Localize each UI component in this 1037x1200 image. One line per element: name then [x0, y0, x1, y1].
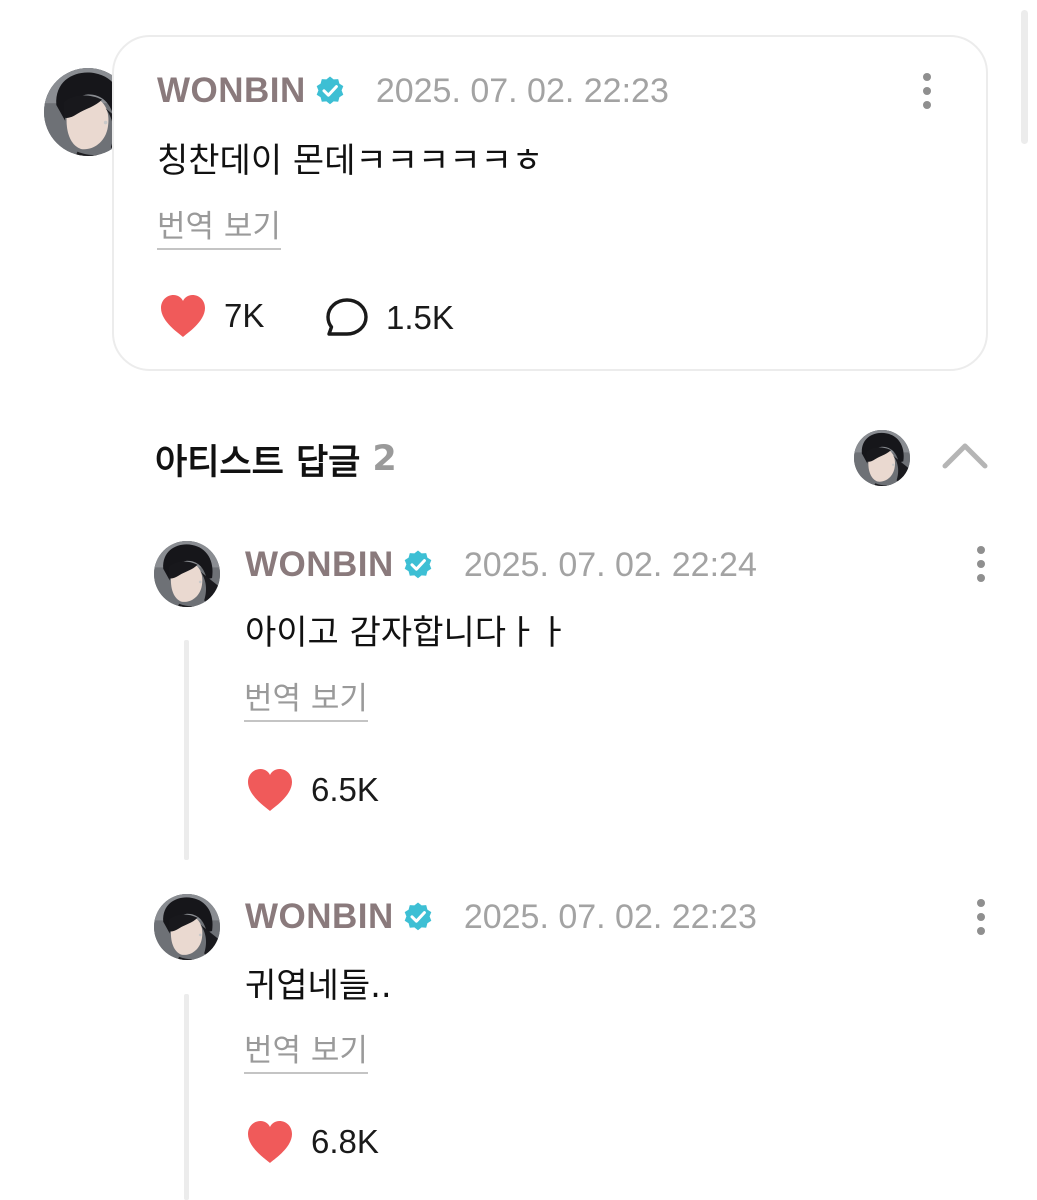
post-timestamp: 2025. 07. 02. 22:23 — [375, 71, 669, 110]
reply-author-name[interactable]: WONBIN — [245, 897, 394, 937]
scrollbar[interactable] — [1021, 10, 1028, 144]
verified-badge-icon — [314, 75, 346, 107]
reply-text: 귀엽네들.. — [245, 966, 392, 1006]
post-card: WONBIN 2025. 07. 02. 22:23 칭찬데이 몬데ㅋㅋㅋㅋㅋㅎ… — [112, 35, 988, 371]
reply-timestamp: 2025. 07. 02. 22:23 — [463, 897, 757, 936]
heart-icon — [158, 293, 208, 339]
reply-author-name[interactable]: WONBIN — [245, 545, 394, 585]
reply-text: 아이고 감자합니다ㅏㅏ — [245, 613, 569, 653]
artist-replies-avatar — [854, 430, 910, 486]
post-author-name[interactable]: WONBIN — [157, 71, 306, 111]
post-translate-link[interactable]: 번역 보기 — [157, 201, 281, 250]
verified-badge-icon — [402, 901, 434, 933]
artist-replies-count: 2 — [372, 439, 397, 479]
reply-author-avatar[interactable] — [154, 541, 220, 607]
artist-replies-title: 아티스트 답글 — [155, 442, 361, 483]
reply-like-button[interactable]: 6.8K — [245, 1118, 379, 1166]
post-more-options-icon[interactable] — [912, 71, 942, 111]
reply-like-count: 6.8K — [311, 1123, 379, 1160]
reply-author-row: WONBIN 2025. 07. 02. 22:24 — [245, 543, 757, 587]
post-author-row: WONBIN 2025. 07. 02. 22:23 — [157, 69, 669, 113]
heart-icon — [245, 1119, 295, 1165]
reply-translate-link[interactable]: 번역 보기 — [244, 1025, 368, 1074]
artist-replies-header: 아티스트 답글 2 — [155, 434, 397, 484]
reply-translate-link[interactable]: 번역 보기 — [244, 673, 368, 722]
reply-more-options-icon[interactable] — [966, 897, 996, 937]
thread-line — [184, 994, 189, 1200]
reply-more-options-icon[interactable] — [966, 544, 996, 584]
heart-icon — [245, 767, 295, 813]
post-like-button[interactable]: 7K — [158, 292, 264, 340]
comment-bubble-icon — [324, 296, 370, 340]
thread-line — [184, 640, 189, 860]
reply-like-count: 6.5K — [311, 771, 379, 808]
post-comment-count: 1.5K — [386, 299, 454, 336]
chevron-up-icon[interactable] — [940, 438, 990, 472]
post-text: 칭찬데이 몬데ㅋㅋㅋㅋㅋㅎ — [157, 141, 544, 181]
reply-timestamp: 2025. 07. 02. 22:24 — [463, 545, 757, 584]
reply-like-button[interactable]: 6.5K — [245, 766, 379, 814]
reply-author-avatar[interactable] — [154, 894, 220, 960]
post-like-count: 7K — [224, 297, 265, 334]
verified-badge-icon — [402, 549, 434, 581]
post-comment-button[interactable]: 1.5K — [324, 294, 454, 342]
reply-author-row: WONBIN 2025. 07. 02. 22:23 — [245, 895, 757, 939]
